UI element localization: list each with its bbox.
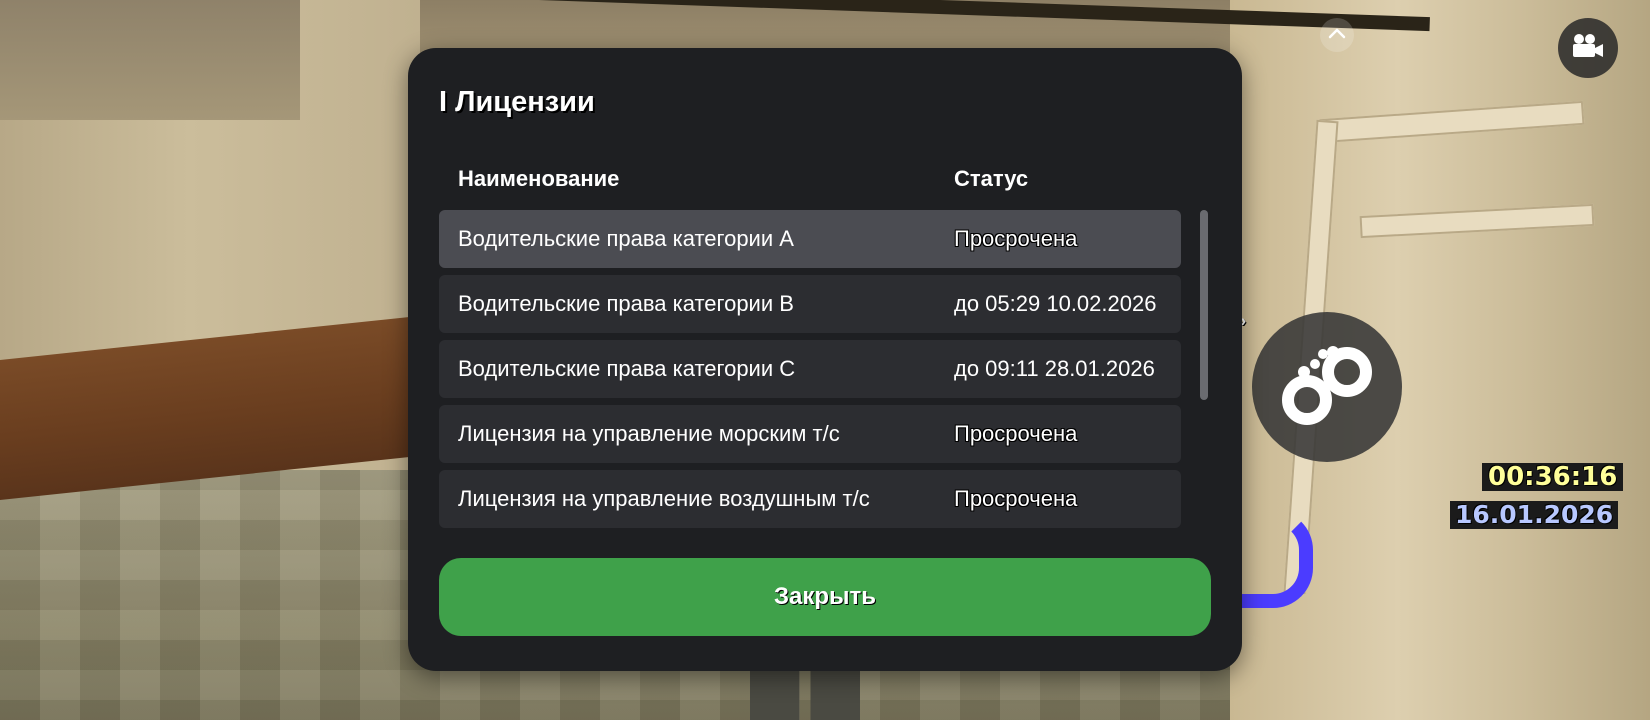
chevron-up-icon <box>1328 26 1346 44</box>
video-camera-icon <box>1571 33 1605 64</box>
licenses-dialog: I Лицензии Наименование Статус Водительс… <box>408 48 1242 671</box>
license-status: до 05:29 10.02.2026 <box>954 291 1157 316</box>
license-row[interactable]: Водительские права категории B до 05:29 … <box>439 275 1181 333</box>
player-legs <box>750 670 860 720</box>
license-row[interactable]: Лицензия на управление воздушным т/с Про… <box>439 470 1181 528</box>
license-name: Лицензия на управление воздушным т/с <box>458 486 870 511</box>
license-name: Водительские права категории C <box>458 356 796 381</box>
license-name: Водительские права категории B <box>458 291 794 316</box>
license-row[interactable]: Водительские права категории А Просрочен… <box>439 210 1181 268</box>
game-date: 16.01.2026 <box>1450 501 1619 529</box>
license-name: Водительские права категории А <box>458 226 794 251</box>
license-row[interactable]: Водительские права категории C до 09:11 … <box>439 340 1181 398</box>
license-status: Просрочена <box>954 421 1078 446</box>
column-header-name: Наименование <box>458 166 620 191</box>
dialog-title: I Лицензии <box>439 86 595 118</box>
game-clock: 00:36:16 <box>1482 463 1624 491</box>
list-scrollbar[interactable] <box>1200 210 1208 400</box>
license-status: Просрочена <box>954 226 1078 251</box>
handcuffs-icon <box>1277 340 1377 435</box>
handcuffs-button[interactable] <box>1252 312 1402 462</box>
close-button[interactable]: Закрыть <box>439 558 1211 636</box>
left-wall-upper <box>0 0 300 120</box>
license-row[interactable]: Лицензия на управление морским т/с Проср… <box>439 405 1181 463</box>
license-name: Лицензия на управление морским т/с <box>458 421 840 446</box>
licenses-list[interactable]: Водительские права категории А Просрочен… <box>439 210 1181 570</box>
collapse-button[interactable] <box>1320 18 1354 52</box>
license-status: до 09:11 28.01.2026 <box>954 356 1155 381</box>
license-status: Просрочена <box>954 486 1078 511</box>
column-header-status: Статус <box>954 166 1029 191</box>
camera-button[interactable] <box>1558 18 1618 78</box>
